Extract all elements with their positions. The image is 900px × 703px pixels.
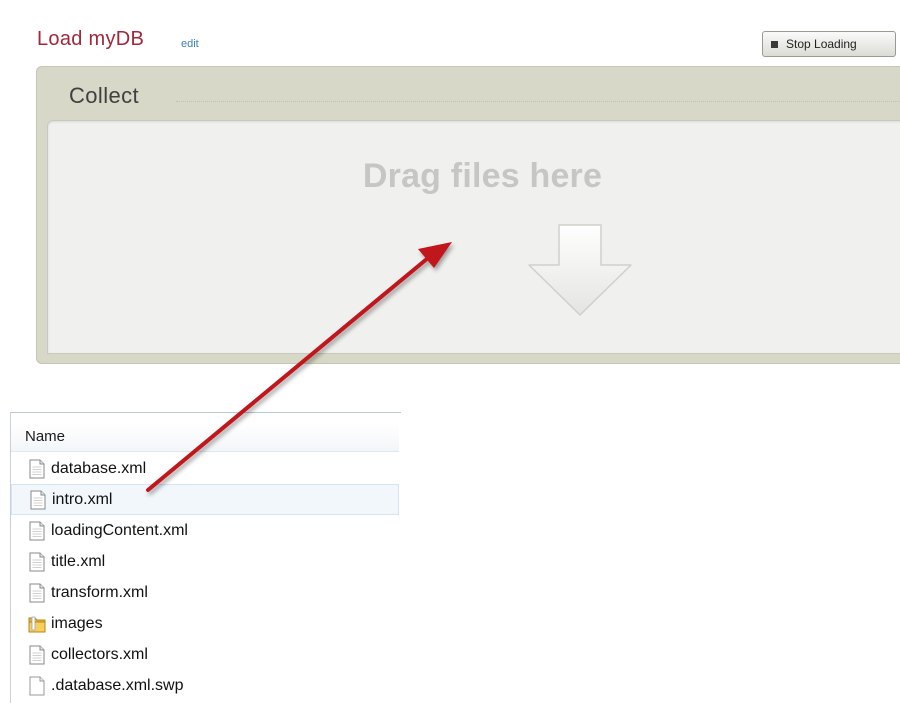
- stop-loading-button[interactable]: Stop Loading: [762, 31, 896, 57]
- collect-divider: [176, 101, 900, 102]
- xml-file-icon: [29, 645, 45, 664]
- file-panel-divider: [11, 412, 401, 413]
- file-explorer-panel: Name database.xml intro.xml loadingConte…: [10, 412, 401, 703]
- collect-panel: Collect Drag files here: [36, 66, 900, 364]
- file-name: title.xml: [51, 552, 106, 570]
- file-row-database-xml-swp[interactable]: .database.xml.swp: [11, 670, 399, 701]
- name-column-label: Name: [25, 428, 66, 445]
- file-row-images-folder[interactable]: images: [11, 608, 399, 639]
- folder-icon: [28, 616, 46, 632]
- file-name: collectors.xml: [51, 645, 148, 663]
- page-title: Load myDB: [37, 28, 145, 50]
- file-row-collectors-xml[interactable]: collectors.xml: [11, 639, 399, 670]
- xml-file-icon: [29, 552, 45, 571]
- file-row-intro-xml[interactable]: intro.xml: [11, 484, 399, 515]
- xml-file-icon: [29, 521, 45, 540]
- name-column-header[interactable]: Name: [11, 423, 399, 452]
- file-list: database.xml intro.xml loadingContent.xm…: [11, 453, 399, 701]
- file-name: loadingContent.xml: [51, 521, 188, 539]
- blank-file-icon: [29, 676, 45, 695]
- xml-file-icon: [29, 583, 45, 602]
- file-row-transform-xml[interactable]: transform.xml: [11, 577, 399, 608]
- file-name: intro.xml: [52, 490, 113, 508]
- down-arrow-icon: [528, 224, 632, 316]
- file-name: database.xml: [51, 459, 147, 477]
- file-row-database-xml[interactable]: database.xml: [11, 453, 399, 484]
- drop-zone-label: Drag files here: [362, 157, 603, 195]
- stop-loading-label: Stop Loading: [786, 37, 857, 51]
- file-name: .database.xml.swp: [51, 676, 184, 694]
- file-row-title-xml[interactable]: title.xml: [11, 546, 399, 577]
- file-name: transform.xml: [51, 583, 148, 601]
- edit-link[interactable]: edit: [181, 38, 199, 50]
- file-row-loadingcontent-xml[interactable]: loadingContent.xml: [11, 515, 399, 546]
- file-name: images: [51, 614, 103, 632]
- xml-file-icon: [30, 490, 46, 509]
- file-drop-zone[interactable]: Drag files here: [47, 120, 900, 354]
- xml-file-icon: [29, 459, 45, 478]
- stop-icon: [771, 40, 778, 48]
- collect-title: Collect: [69, 83, 140, 108]
